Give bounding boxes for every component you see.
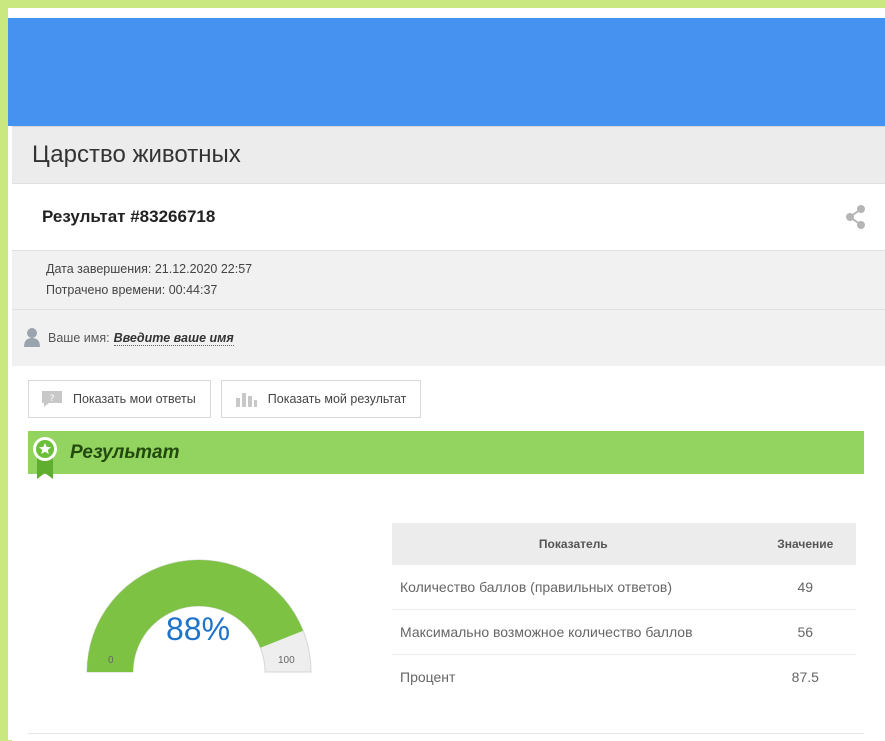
- metric-label: Процент: [400, 669, 456, 685]
- svg-text:?: ?: [50, 394, 55, 404]
- quiz-result-card: Царство животных Результат #83266718 Дат…: [12, 126, 885, 741]
- show-result-button[interactable]: Показать мой результат: [220, 380, 422, 418]
- show-answers-button[interactable]: ? Показать мои ответы: [28, 380, 211, 418]
- quiz-title: Царство животных: [12, 127, 885, 184]
- stats-header-row: Показатель Значение: [392, 523, 856, 565]
- metric-label: Количество баллов (правильных ответов): [392, 565, 755, 610]
- name-label: Ваше имя:: [48, 331, 110, 345]
- metric-value: 49: [754, 565, 856, 610]
- table-row: Количество баллов (правильных ответов) 4…: [392, 565, 856, 610]
- result-title: Результат #83266718: [42, 207, 216, 226]
- action-buttons: ? Показать мои ответы Показать мой резул…: [12, 366, 885, 418]
- result-meta: Дата завершения: 21.12.2020 22:57 Потрач…: [12, 251, 885, 310]
- user-icon: [24, 327, 40, 350]
- result-section-title: Результат: [70, 441, 180, 463]
- result-section-bar: Результат: [28, 431, 864, 479]
- time-spent: Потрачено времени: 00:44:37: [46, 283, 218, 297]
- metric-value: 56: [754, 609, 856, 655]
- result-header: Результат #83266718: [12, 184, 885, 251]
- page-frame: Царство животных Результат #83266718 Дат…: [8, 8, 885, 741]
- column-header-value: Значение: [754, 523, 856, 565]
- header-banner: [8, 18, 885, 126]
- share-icon[interactable]: [845, 204, 867, 230]
- divider: [28, 733, 864, 734]
- metric-value: 87.5: [791, 669, 819, 685]
- metric-label: Максимально возможное количество баллов: [392, 609, 755, 655]
- show-result-label: Показать мой результат: [267, 392, 407, 406]
- table-row: Процент 87.5: [392, 655, 856, 700]
- gauge-percent: 88%: [165, 611, 231, 647]
- name-row: Ваше имя: Введите ваше имя: [12, 310, 885, 366]
- award-ribbon-icon: [32, 435, 58, 486]
- column-header-metric: Показатель: [392, 523, 755, 565]
- table-row: Максимально возможное количество баллов …: [392, 609, 856, 655]
- name-input-link[interactable]: Введите ваше имя: [113, 331, 234, 346]
- speech-bubble-icon: ?: [41, 390, 63, 408]
- completion-date: Дата завершения: 21.12.2020 22:57: [46, 262, 253, 276]
- gauge-min-label: 0: [108, 655, 114, 666]
- bar-chart-icon: [234, 390, 258, 408]
- stats-table: Показатель Значение Количество баллов (п…: [392, 523, 856, 699]
- gauge-max-label: 100: [278, 655, 295, 666]
- show-answers-label: Показать мои ответы: [73, 392, 196, 406]
